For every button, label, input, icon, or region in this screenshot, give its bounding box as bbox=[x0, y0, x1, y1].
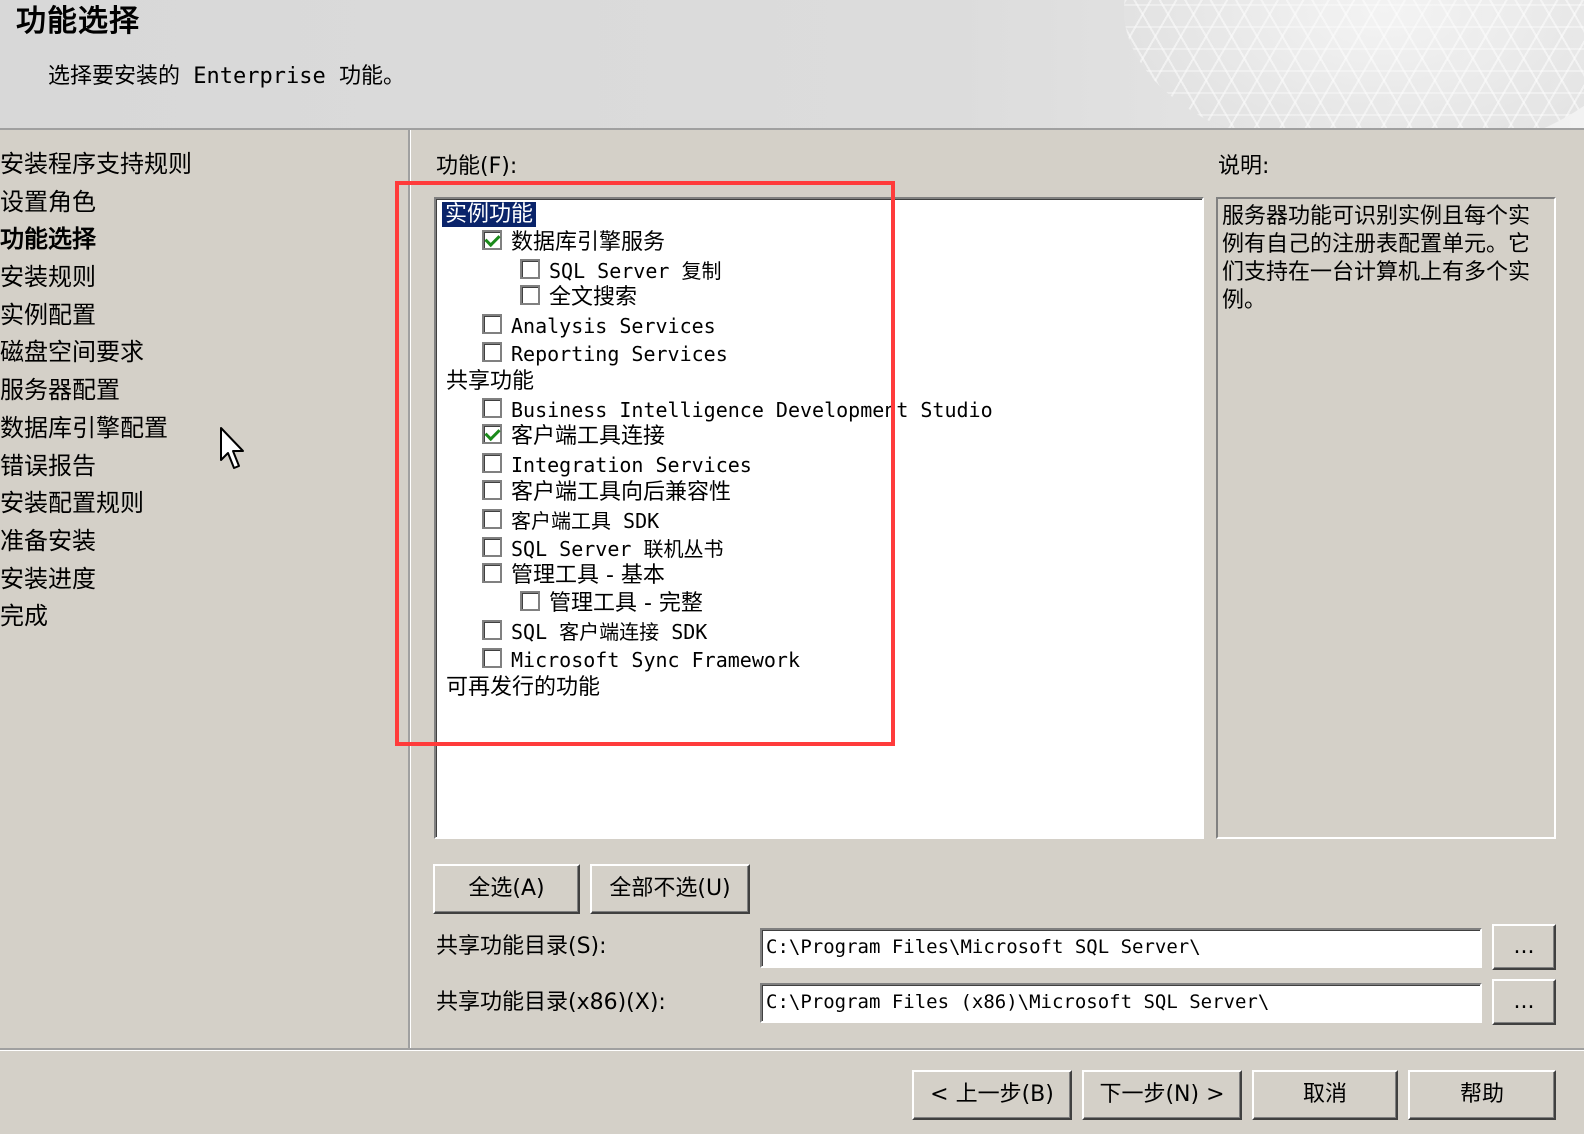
feature-group-label: 共享功能 bbox=[446, 368, 535, 394]
feature-item[interactable]: 客户端工具 SDK bbox=[482, 507, 659, 535]
shared-dir-input[interactable]: C:\Program Files\Microsoft SQL Server\ bbox=[760, 928, 1482, 968]
feature-item-label: 管理工具 - 基本 bbox=[511, 563, 665, 589]
checkbox-unchecked-icon[interactable] bbox=[482, 563, 502, 584]
nav-step-item: 准备安装 bbox=[0, 526, 96, 555]
feature-tree[interactable]: 实例功能 数据库引擎服务 SQL Server 复制 全文搜索 Analysis Ser… bbox=[434, 197, 1204, 839]
select-all-button[interactable]: 全选(A) bbox=[433, 864, 580, 914]
feature-item-label: Business Intelligence Development Studio bbox=[511, 397, 993, 422]
nav-step-item: 完成 bbox=[0, 602, 48, 631]
checkbox-unchecked-icon[interactable] bbox=[482, 536, 502, 557]
feature-item[interactable]: Reporting Services bbox=[482, 340, 728, 368]
checkbox-unchecked-icon[interactable] bbox=[482, 342, 502, 362]
feature-item[interactable]: Business Intelligence Development Studio bbox=[482, 396, 993, 424]
feature-item-label: 客户端工具向后兼容性 bbox=[511, 480, 732, 505]
checkbox-unchecked-icon[interactable] bbox=[482, 508, 502, 529]
feature-item[interactable]: 客户端工具向后兼容性 bbox=[482, 479, 731, 507]
checkbox-unchecked-icon[interactable] bbox=[482, 397, 502, 418]
nav-step-item: 安装规则 bbox=[0, 263, 96, 292]
feature-item-label: SQL Server 复制 bbox=[549, 258, 722, 283]
nav-step-item: 安装程序支持规则 bbox=[0, 150, 192, 178]
description-text: 服务器功能可识别实例且每个实例有自己的注册表配置单元。它们支持在一台计算机上有多… bbox=[1222, 204, 1531, 313]
nav-step-item: 安装进度 bbox=[0, 564, 96, 593]
feature-group-header[interactable]: 可再发行的功能 bbox=[446, 674, 600, 702]
nav-step-item: 服务器配置 bbox=[0, 376, 120, 405]
nav-step-item: 安装配置规则 bbox=[0, 489, 144, 518]
feature-item-label: Analysis Services bbox=[511, 314, 716, 339]
checkbox-unchecked-icon[interactable] bbox=[482, 647, 502, 668]
deselect-all-button[interactable]: 全部不选(U) bbox=[590, 864, 750, 914]
back-button[interactable]: < 上一步(B) bbox=[912, 1070, 1072, 1120]
nav-step-item: 磁盘空间要求 bbox=[0, 338, 144, 367]
feature-item-label: 客户端工具 SDK bbox=[511, 508, 660, 533]
checkbox-unchecked-icon[interactable] bbox=[520, 258, 540, 279]
shared-dir-x86-label: 共享功能目录(x86)(X): bbox=[436, 990, 666, 1015]
feature-group-header[interactable]: 共享功能 bbox=[446, 368, 534, 396]
feature-item-label: Reporting Services bbox=[511, 342, 728, 366]
checkbox-unchecked-icon[interactable] bbox=[482, 453, 502, 474]
feature-item[interactable]: SQL Server 联机丛书 bbox=[482, 535, 723, 563]
nav-step-item: 错误报告 bbox=[0, 451, 96, 480]
nav-step-item: 设置角色 bbox=[0, 187, 96, 216]
feature-item[interactable]: 全文搜索 bbox=[520, 284, 637, 312]
feature-item-label: 全文搜索 bbox=[549, 285, 638, 311]
feature-group-header[interactable]: 实例功能 bbox=[440, 201, 538, 229]
nav-step-item: 实例配置 bbox=[0, 300, 96, 329]
next-button[interactable]: 下一步(N) > bbox=[1082, 1070, 1242, 1120]
nav-divider bbox=[408, 130, 411, 1048]
bottom-separator bbox=[0, 1048, 1584, 1051]
page-subtitle: 选择要安装的 Enterprise 功能。 bbox=[48, 64, 405, 89]
feature-item-label: Microsoft Sync Framework bbox=[511, 647, 800, 672]
checkbox-unchecked-icon[interactable] bbox=[482, 480, 502, 500]
feature-group-label: 实例功能 bbox=[440, 201, 538, 228]
feature-item[interactable]: Integration Services bbox=[482, 451, 752, 479]
checkbox-unchecked-icon[interactable] bbox=[520, 591, 540, 612]
page-title: 功能选择 bbox=[16, 4, 140, 39]
feature-item[interactable]: SQL 客户端连接 SDK bbox=[482, 618, 707, 646]
description-label: 说明: bbox=[1218, 154, 1270, 179]
feature-item-label: Integration Services bbox=[511, 453, 752, 478]
nav-step-item: 功能选择 bbox=[0, 225, 96, 254]
description-box: 服务器功能可识别实例且每个实例有自己的注册表配置单元。它们支持在一台计算机上有多… bbox=[1216, 197, 1556, 839]
feature-item[interactable]: Analysis Services bbox=[482, 312, 716, 340]
globe-graphic bbox=[1124, 0, 1584, 128]
features-label: 功能(F): bbox=[436, 154, 518, 179]
feature-item-label: 客户端工具连接 bbox=[511, 424, 666, 450]
feature-item-label: SQL Server 联机丛书 bbox=[511, 536, 724, 561]
wizard-steps-nav: 安装程序支持规则 设置角色功能选择安装规则实例配置磁盘空间要求 服务器配置数据库引擎… bbox=[0, 146, 405, 636]
cancel-button[interactable]: 取消 bbox=[1252, 1070, 1398, 1120]
shared-dir-browse-button[interactable]: ... bbox=[1492, 924, 1556, 970]
feature-item[interactable]: 客户端工具连接 bbox=[482, 423, 665, 451]
mouse-cursor-icon bbox=[220, 427, 244, 469]
feature-item[interactable]: SQL Server 复制 bbox=[520, 257, 721, 285]
nav-step-item: 数据库引擎配置 bbox=[0, 413, 168, 442]
shared-dir-x86-browse-button[interactable]: ... bbox=[1492, 979, 1556, 1025]
checkbox-unchecked-icon[interactable] bbox=[482, 620, 502, 640]
shared-dir-x86-input[interactable]: C:\Program Files (x86)\Microsoft SQL Ser… bbox=[760, 983, 1482, 1023]
feature-item[interactable]: 数据库引擎服务 bbox=[482, 229, 665, 257]
feature-item[interactable]: Microsoft Sync Framework bbox=[482, 646, 800, 674]
feature-item[interactable]: 管理工具 - 基本 bbox=[482, 562, 665, 590]
help-button[interactable]: 帮助 bbox=[1408, 1070, 1556, 1120]
feature-item-label: SQL 客户端连接 SDK bbox=[511, 620, 708, 644]
feature-item[interactable]: 管理工具 - 完整 bbox=[520, 590, 703, 618]
checkbox-checked-icon[interactable] bbox=[482, 424, 502, 445]
checkbox-unchecked-icon[interactable] bbox=[482, 314, 502, 335]
feature-group-label: 可再发行的功能 bbox=[446, 674, 601, 700]
checkbox-unchecked-icon[interactable] bbox=[520, 285, 540, 306]
feature-item-label: 数据库引擎服务 bbox=[511, 229, 666, 255]
checkbox-checked-icon[interactable] bbox=[482, 229, 502, 250]
shared-dir-label: 共享功能目录(S): bbox=[436, 934, 607, 959]
page-header: 功能选择 选择要安装的 Enterprise 功能。 bbox=[0, 0, 1584, 130]
feature-item-label: 管理工具 - 完整 bbox=[549, 591, 703, 617]
